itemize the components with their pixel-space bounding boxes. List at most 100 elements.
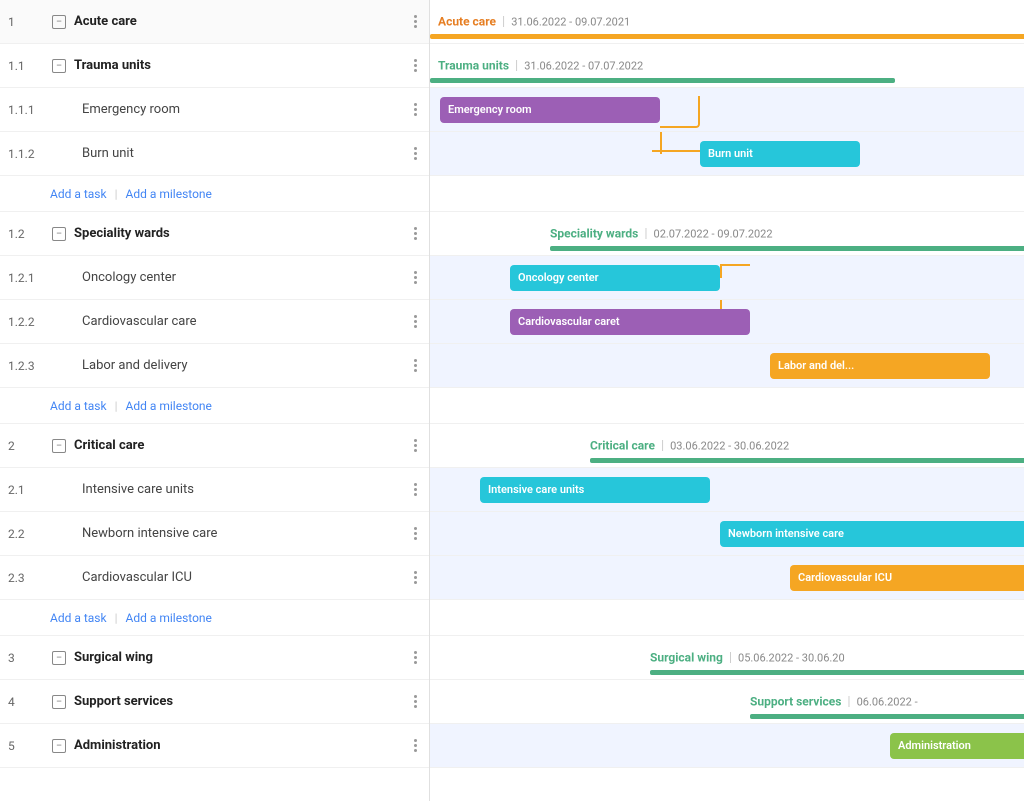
row-emergency-room: 1.1.1 Emergency room: [0, 88, 429, 132]
gantt-bar-burn-unit[interactable]: Burn unit: [700, 141, 860, 167]
dots-menu-1-2-3[interactable]: [410, 355, 421, 376]
label-surgical-wing: Surgical wing: [74, 650, 410, 665]
gantt-bar-labor-delivery[interactable]: Labor and del...: [770, 353, 990, 379]
connector-oncology-v: [720, 264, 722, 278]
row-support-services: 4 Support services: [0, 680, 429, 724]
dots-menu-1-2-1[interactable]: [410, 267, 421, 288]
row-num-2: 2: [8, 439, 48, 453]
row-num-4: 4: [8, 695, 48, 709]
minus-icon-4[interactable]: [48, 695, 70, 709]
gantt-label-acute-care: Acute care: [438, 15, 496, 29]
dots-menu-1-1[interactable]: [410, 55, 421, 76]
gantt-bar-label-labor-delivery: Labor and del...: [778, 359, 854, 372]
minus-icon-5[interactable]: [48, 739, 70, 753]
gantt-date-trauma-units: 31.06.2022 - 07.07.2022: [524, 59, 643, 72]
row-intensive-care: 2.1 Intensive care units: [0, 468, 429, 512]
gantt-bar-acute-care-underline: [430, 34, 1024, 39]
dots-menu-3[interactable]: [410, 647, 421, 668]
row-num-1-1-1: 1.1.1: [8, 103, 48, 117]
dots-menu-5[interactable]: [410, 735, 421, 756]
row-administration: 5 Administration: [0, 724, 429, 768]
gantt-bar-cardiovascular-icu[interactable]: Cardiovascular ICU: [790, 565, 1024, 591]
row-surgical-wing: 3 Surgical wing: [0, 636, 429, 680]
connector-oncology-h: [720, 264, 750, 266]
connector-arrow-h: [652, 150, 702, 152]
gantt-panel: Acute care | 31.06.2022 - 09.07.2021 Tra…: [430, 0, 1024, 801]
dots-menu-2-3[interactable]: [410, 567, 421, 588]
gantt-date-acute-care: 31.06.2022 - 09.07.2021: [511, 15, 630, 28]
gantt-row-labor-delivery: Labor and del...: [430, 344, 1024, 388]
row-newborn-intensive: 2.2 Newborn intensive care: [0, 512, 429, 556]
label-cardiovascular-icu: Cardiovascular ICU: [74, 570, 410, 585]
gantt-date-support-services: 06.06.2022 -: [857, 695, 918, 708]
dots-menu-1-1-2[interactable]: [410, 143, 421, 164]
row-oncology-center: 1.2.1 Oncology center: [0, 256, 429, 300]
gantt-bar-cardiovascular-care[interactable]: Cardiovascular caret: [510, 309, 750, 335]
label-critical-care: Critical care: [74, 438, 410, 453]
row-cardiovascular-icu: 2.3 Cardiovascular ICU: [0, 556, 429, 600]
row-cardiovascular-care: 1.2.2 Cardiovascular care: [0, 300, 429, 344]
gantt-action-row-1: [430, 176, 1024, 212]
gantt-bar-label-cardiovascular-icu: Cardiovascular ICU: [798, 571, 892, 584]
gantt-bar-newborn-intensive[interactable]: Newborn intensive care: [720, 521, 1024, 547]
gantt-bar-label-administration: Administration: [898, 739, 971, 752]
action-row-3: Add a task | Add a milestone: [0, 600, 429, 636]
minus-icon-1[interactable]: [48, 15, 70, 29]
gantt-row-cardiovascular-care: Cardiovascular caret: [430, 300, 1024, 344]
row-num-1-2-1: 1.2.1: [8, 271, 48, 285]
gantt-bar-surgical-wing-underline: [650, 670, 1024, 675]
row-num-1-2: 1.2: [8, 227, 48, 241]
row-num-2-3: 2.3: [8, 571, 48, 585]
dots-menu-2-1[interactable]: [410, 479, 421, 500]
add-milestone-link-2[interactable]: Add a milestone: [126, 399, 212, 413]
gantt-bar-speciality-wards-underline: [550, 246, 1024, 251]
gantt-date-speciality-wards: 02.07.2022 - 09.07.2022: [654, 227, 773, 240]
gantt-bar-label-oncology-center: Oncology center: [518, 271, 599, 284]
gantt-label-trauma-units: Trauma units: [438, 59, 509, 73]
gantt-bar-intensive-care[interactable]: Intensive care units: [480, 477, 710, 503]
gantt-bar-label-emergency-room: Emergency room: [448, 103, 532, 116]
gantt-bar-critical-care-underline: [590, 458, 1024, 463]
label-emergency-room: Emergency room: [74, 102, 410, 117]
separator-2: |: [115, 399, 118, 413]
label-newborn-intensive: Newborn intensive care: [74, 526, 410, 541]
gantt-bar-administration[interactable]: Administration: [890, 733, 1024, 759]
dots-menu-1-2-2[interactable]: [410, 311, 421, 332]
gantt-action-row-2: [430, 388, 1024, 424]
dots-menu-2-2[interactable]: [410, 523, 421, 544]
gantt-row-acute-care: Acute care | 31.06.2022 - 09.07.2021: [430, 0, 1024, 44]
row-num-5: 5: [8, 739, 48, 753]
dots-menu-2[interactable]: [410, 435, 421, 456]
minus-icon-1-2[interactable]: [48, 227, 70, 241]
label-speciality-wards: Speciality wards: [74, 226, 410, 241]
add-task-link-3[interactable]: Add a task: [50, 611, 107, 625]
row-trauma-units: 1.1 Trauma units: [0, 44, 429, 88]
minus-icon-3[interactable]: [48, 651, 70, 665]
gantt-bar-emergency-room[interactable]: Emergency room: [440, 97, 660, 123]
label-intensive-care: Intensive care units: [74, 482, 410, 497]
row-critical-care: 2 Critical care: [0, 424, 429, 468]
label-administration: Administration: [74, 738, 410, 753]
gantt-row-burn-unit: Burn unit: [430, 132, 1024, 176]
dots-menu-1[interactable]: [410, 11, 421, 32]
dots-menu-4[interactable]: [410, 691, 421, 712]
dots-menu-1-1-1[interactable]: [410, 99, 421, 120]
dots-menu-1-2[interactable]: [410, 223, 421, 244]
row-num-2-2: 2.2: [8, 527, 48, 541]
gantt-row-critical-care: Critical care | 03.06.2022 - 30.06.2022: [430, 424, 1024, 468]
minus-icon-1-1[interactable]: [48, 59, 70, 73]
minus-icon-2[interactable]: [48, 439, 70, 453]
add-milestone-link-1[interactable]: Add a milestone: [126, 187, 212, 201]
gantt-bar-oncology-center[interactable]: Oncology center: [510, 265, 720, 291]
gantt-row-newborn-intensive: Newborn intensive care: [430, 512, 1024, 556]
gantt-row-trauma-units: Trauma units | 31.06.2022 - 07.07.2022: [430, 44, 1024, 88]
gantt-label-support-services: Support services: [750, 695, 841, 709]
add-milestone-link-3[interactable]: Add a milestone: [126, 611, 212, 625]
gantt-row-speciality-wards: Speciality wards | 02.07.2022 - 09.07.20…: [430, 212, 1024, 256]
row-num-1-1: 1.1: [8, 59, 48, 73]
add-task-link-2[interactable]: Add a task: [50, 399, 107, 413]
row-num-3: 3: [8, 651, 48, 665]
gantt-action-row-3: [430, 600, 1024, 636]
add-task-link-1[interactable]: Add a task: [50, 187, 107, 201]
gantt-bar-label-newborn-intensive: Newborn intensive care: [728, 527, 844, 540]
